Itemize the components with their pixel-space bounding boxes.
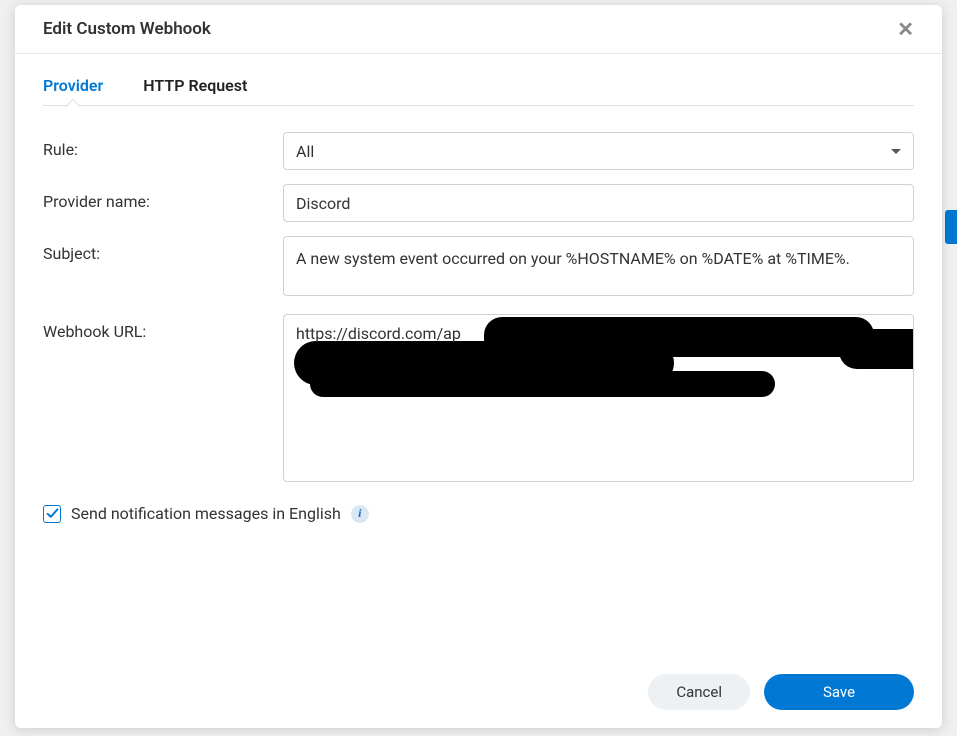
provider-name-input[interactable]	[283, 184, 914, 222]
english-checkbox-label: Send notification messages in English	[71, 504, 341, 523]
redaction-mark	[839, 329, 914, 369]
row-subject: Subject:	[43, 236, 914, 300]
tabs: Provider HTTP Request	[43, 74, 914, 106]
webhook-url-visible-text: https://discord.com/ap	[296, 324, 461, 343]
dialog-header: Edit Custom Webhook ✕	[15, 5, 942, 54]
check-icon	[46, 507, 59, 520]
redaction-mark	[310, 371, 775, 397]
webhook-url-label: Webhook URL:	[43, 314, 283, 341]
provider-name-label: Provider name:	[43, 184, 283, 211]
rule-label: Rule:	[43, 132, 283, 159]
row-rule: Rule: All	[43, 132, 914, 170]
english-checkbox[interactable]	[43, 505, 61, 523]
subject-label: Subject:	[43, 236, 283, 263]
tab-provider[interactable]: Provider	[43, 74, 103, 105]
save-button[interactable]: Save	[764, 674, 914, 710]
info-icon[interactable]: i	[351, 505, 369, 523]
subject-input[interactable]	[283, 236, 914, 296]
dialog-body: Provider HTTP Request Rule: All Provider…	[15, 54, 942, 660]
row-webhook-url: Webhook URL: https://discord.com/ap	[43, 314, 914, 482]
row-english-checkbox: Send notification messages in English i	[43, 504, 914, 523]
edit-webhook-dialog: Edit Custom Webhook ✕ Provider HTTP Requ…	[15, 5, 942, 728]
cancel-button[interactable]: Cancel	[648, 674, 750, 710]
webhook-url-input[interactable]: https://discord.com/ap	[283, 314, 914, 482]
dialog-title: Edit Custom Webhook	[43, 19, 211, 39]
tab-http-request[interactable]: HTTP Request	[143, 74, 247, 105]
close-icon[interactable]: ✕	[897, 19, 914, 39]
row-provider-name: Provider name:	[43, 184, 914, 222]
dialog-footer: Cancel Save	[15, 660, 942, 728]
chevron-down-icon	[891, 149, 901, 154]
rule-select[interactable]: All	[283, 132, 914, 170]
page-accent-strip	[945, 210, 957, 244]
rule-select-value: All	[296, 142, 314, 161]
